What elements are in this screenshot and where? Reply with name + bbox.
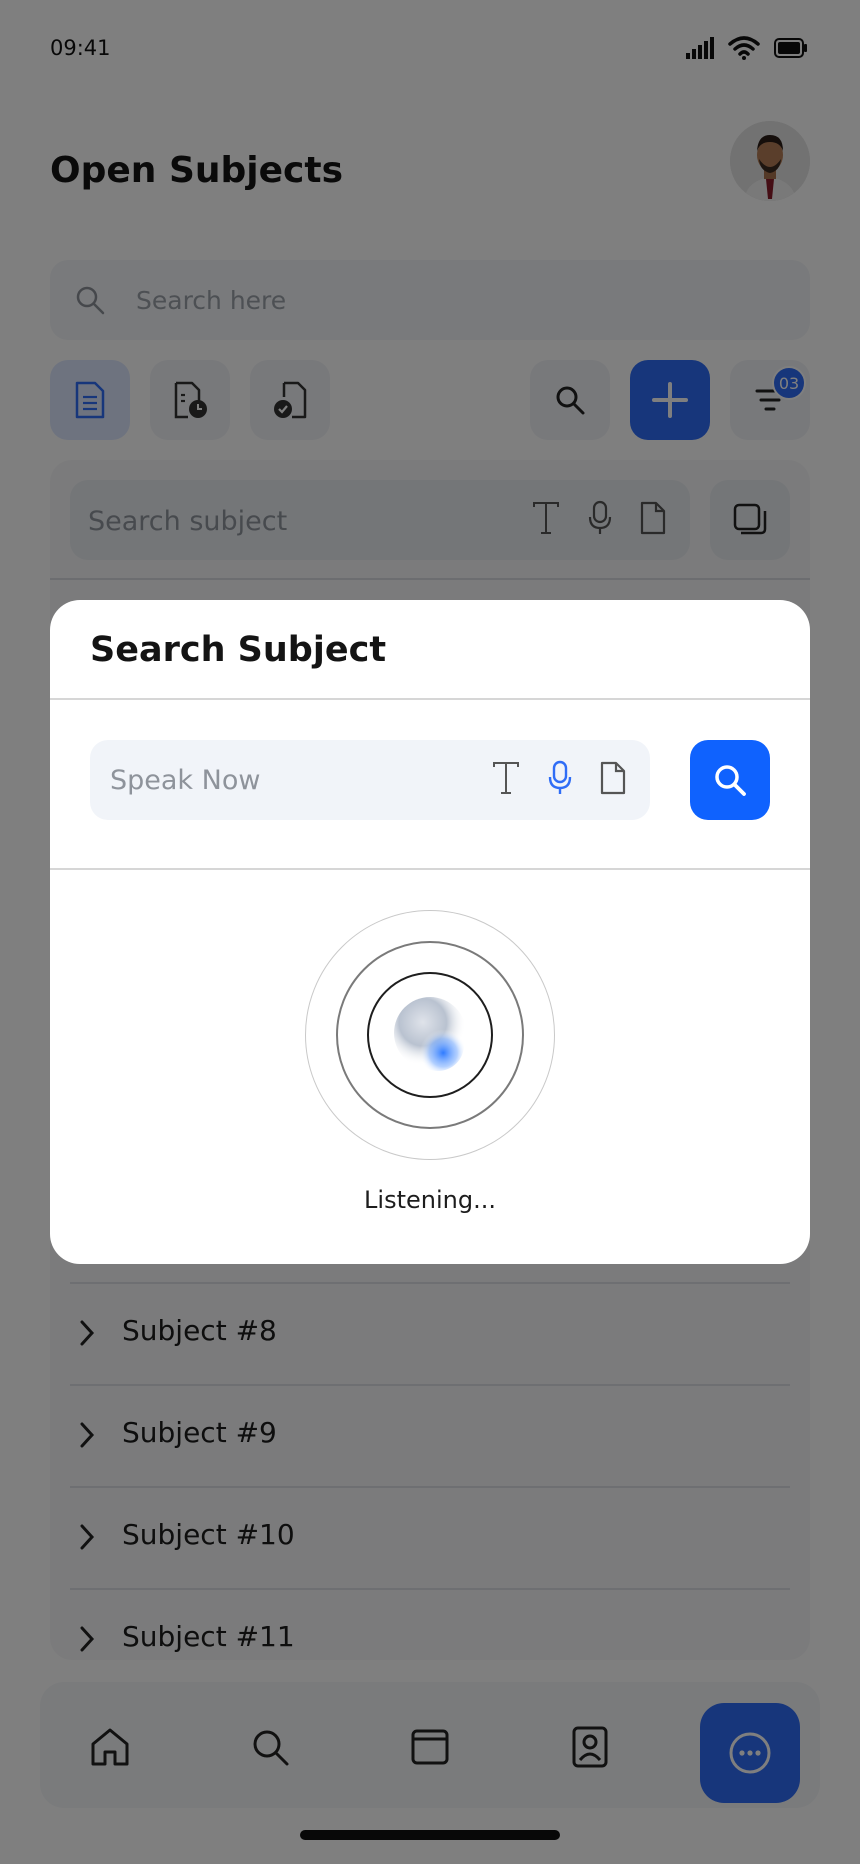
- speak-input[interactable]: Speak Now: [90, 740, 650, 820]
- listening-status: Listening...: [364, 1186, 496, 1214]
- file-icon[interactable]: [600, 761, 626, 795]
- modal-title: Search Subject: [90, 630, 387, 670]
- modal-divider-top: [50, 698, 810, 700]
- microphone-icon[interactable]: [548, 760, 572, 796]
- input-mode-icons: [492, 760, 626, 796]
- search-subject-modal: Search Subject Speak Now Listening...: [50, 600, 810, 1264]
- voice-orb-icon: [394, 997, 466, 1071]
- listening-indicator: [305, 910, 555, 1160]
- text-icon[interactable]: [492, 761, 520, 795]
- submit-search-button[interactable]: [690, 740, 770, 820]
- speak-input-placeholder: Speak Now: [110, 765, 261, 796]
- modal-divider-middle: [50, 868, 810, 870]
- search-icon: [715, 765, 746, 796]
- app-screen: 09:41 Open Subjects: [0, 0, 860, 1864]
